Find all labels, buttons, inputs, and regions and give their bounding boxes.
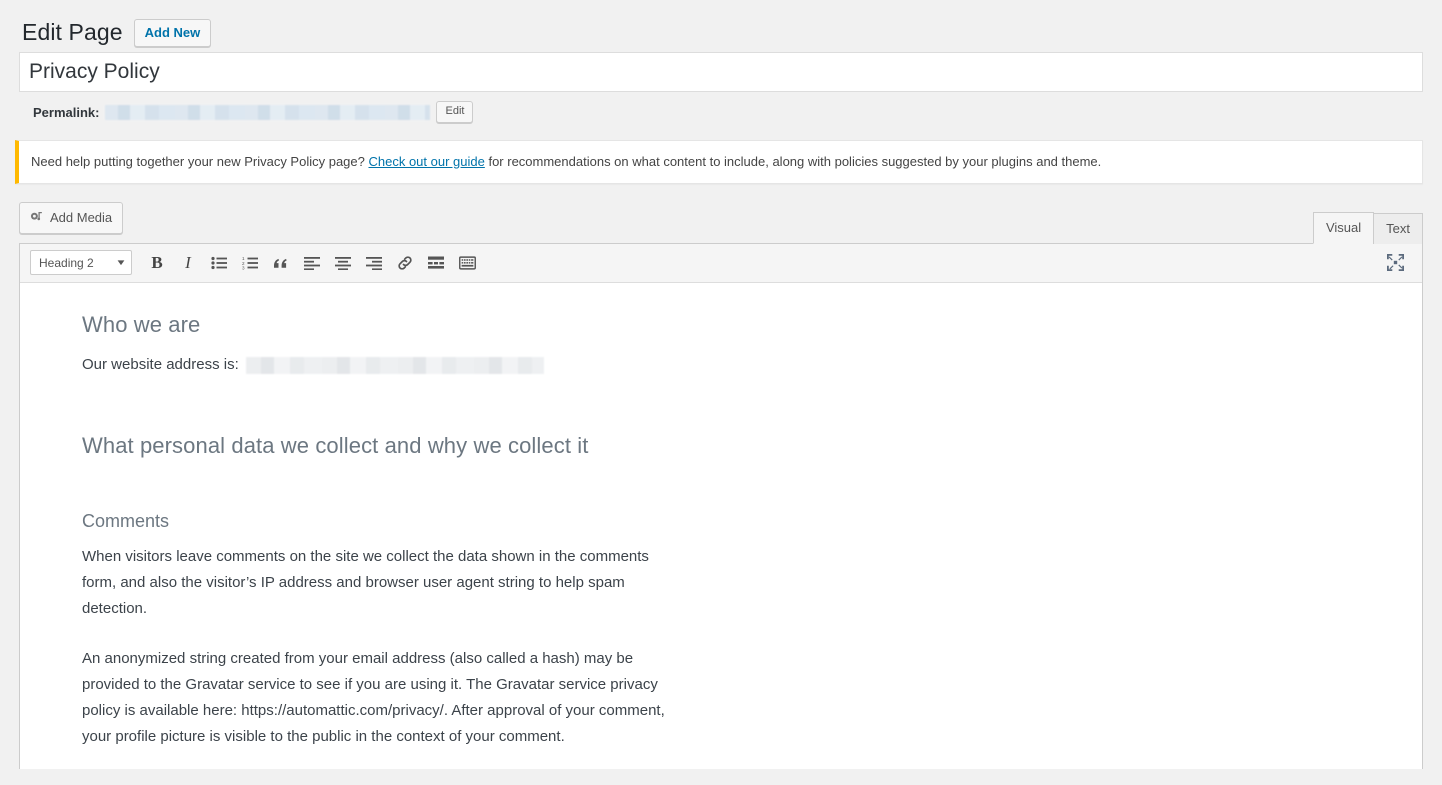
- tab-text[interactable]: Text: [1373, 212, 1423, 244]
- editor-container: Heading 2 ▼ B I 1 2 3 Who we are Our web…: [19, 242, 1423, 769]
- tab-visual[interactable]: Visual: [1312, 211, 1375, 244]
- content-heading-comments: Comments: [82, 510, 170, 531]
- permalink-row: Permalink: Edit: [0, 92, 1442, 123]
- add-media-label: Add Media: [50, 209, 113, 225]
- bold-icon[interactable]: B: [143, 250, 171, 276]
- editor-mode-tabs: Visual Text: [1312, 211, 1423, 244]
- content-heading-what-personal-data: What personal data we collect and why we…: [82, 433, 589, 458]
- format-select-value: Heading 2: [39, 255, 94, 270]
- fullscreen-icon[interactable]: [1381, 250, 1409, 276]
- media-icon: [29, 210, 44, 225]
- website-address-redacted: [245, 356, 544, 374]
- align-right-icon[interactable]: [360, 250, 388, 276]
- notice-guide-link[interactable]: Check out our guide: [368, 154, 484, 169]
- edit-permalink-button[interactable]: Edit: [436, 101, 474, 123]
- notice-text-before: Need help putting together your new Priv…: [31, 154, 369, 169]
- website-address-prefix: Our website address is:: [82, 356, 239, 373]
- format-select[interactable]: Heading 2 ▼: [30, 250, 132, 275]
- toolbar-toggle-icon[interactable]: [453, 250, 481, 276]
- post-title-input[interactable]: [19, 52, 1423, 92]
- align-center-icon[interactable]: [329, 250, 357, 276]
- add-new-button[interactable]: Add New: [133, 19, 212, 47]
- content-paragraph-gravatar: An anonymized string created from your e…: [82, 650, 665, 745]
- chevron-down-icon: ▼: [115, 258, 127, 267]
- content-heading-who-we-are: Who we are: [82, 311, 201, 337]
- bulleted-list-icon[interactable]: [205, 250, 233, 276]
- privacy-policy-notice: Need help putting together your new Priv…: [15, 140, 1423, 184]
- title-field-wrapper: [0, 52, 1442, 92]
- blockquote-icon[interactable]: [267, 250, 295, 276]
- page-title: Edit Page: [22, 19, 123, 46]
- svg-text:3: 3: [242, 265, 245, 269]
- page-header: Edit Page Add New: [0, 0, 1442, 52]
- link-icon[interactable]: [391, 250, 419, 276]
- align-left-icon[interactable]: [298, 250, 326, 276]
- italic-icon[interactable]: I: [174, 250, 202, 276]
- read-more-icon[interactable]: [422, 250, 450, 276]
- content-paragraph-website-address: Our website address is:: [82, 352, 672, 378]
- permalink-label: Permalink:: [33, 104, 100, 120]
- add-media-button[interactable]: Add Media: [19, 201, 124, 234]
- media-buttons-row: Add Media Visual Text: [19, 201, 1423, 244]
- numbered-list-icon[interactable]: 1 2 3: [236, 250, 264, 276]
- permalink-url-redacted[interactable]: [105, 104, 431, 120]
- notice-text-after: for recommendations on what content to i…: [484, 154, 1102, 169]
- editor-content-area[interactable]: Who we are Our website address is: What …: [20, 282, 1422, 769]
- editor-toolbar: Heading 2 ▼ B I 1 2 3: [20, 243, 1422, 283]
- content-paragraph-comments: When visitors leave comments on the site…: [82, 548, 649, 617]
